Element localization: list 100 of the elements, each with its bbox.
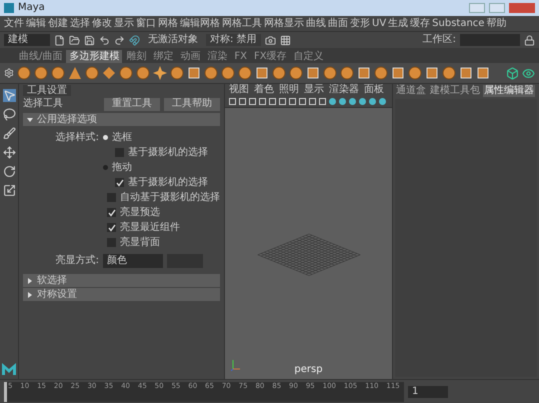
symmetry-dropdown[interactable]: 对称: 禁用 xyxy=(206,34,261,46)
viewport[interactable]: persp xyxy=(225,108,392,379)
menu-item[interactable]: 网格显示 xyxy=(264,18,304,28)
menu-item[interactable]: 编辑网格 xyxy=(180,18,220,28)
camera-icon[interactable] xyxy=(264,34,276,46)
option-label: 亮显背面 xyxy=(120,238,160,248)
panel-tab[interactable]: 建模工具包 xyxy=(429,84,481,96)
tool-button[interactable]: 重置工具 xyxy=(104,98,160,110)
checkbox[interactable] xyxy=(107,223,116,232)
select-tool-icon[interactable] xyxy=(2,89,16,102)
shape-icon[interactable] xyxy=(442,66,456,80)
object-field[interactable]: 无激活对象 xyxy=(144,35,202,45)
section-header[interactable]: 对称设置 xyxy=(23,288,220,301)
undo-icon[interactable] xyxy=(99,34,110,46)
rotate-tool-icon[interactable] xyxy=(2,165,16,178)
lock-icon[interactable] xyxy=(524,34,535,46)
folder-icon[interactable] xyxy=(69,34,80,46)
move-tool-icon[interactable] xyxy=(2,146,16,159)
menu-item[interactable]: UV xyxy=(372,18,386,28)
shape-icon[interactable] xyxy=(408,66,422,80)
checkbox[interactable] xyxy=(107,208,116,217)
shape-icon[interactable] xyxy=(153,66,167,80)
eye-icon[interactable] xyxy=(522,66,535,80)
checkbox[interactable] xyxy=(107,238,116,247)
shape-icon[interactable] xyxy=(272,66,286,80)
menu-item[interactable]: 选择 xyxy=(70,18,90,28)
save-icon[interactable] xyxy=(84,34,95,46)
checkbox[interactable] xyxy=(115,178,124,187)
menu-item[interactable]: 曲面 xyxy=(328,18,348,28)
option-label: 选框 xyxy=(112,132,132,142)
menu-item[interactable]: 网格工具 xyxy=(222,18,262,28)
menu-item[interactable]: 缓存 xyxy=(410,18,430,28)
camera-label: persp xyxy=(294,365,323,375)
menu-item[interactable]: 帮助 xyxy=(486,18,506,28)
menu-item[interactable]: 创建 xyxy=(48,18,68,28)
radio-button[interactable] xyxy=(103,165,108,170)
redo-icon[interactable] xyxy=(114,34,125,46)
panel-tab[interactable]: 通道盒 xyxy=(395,84,427,96)
radio-button[interactable] xyxy=(103,135,108,140)
shelf-tab[interactable]: 绑定 xyxy=(150,50,176,63)
menu-item[interactable]: 生成 xyxy=(388,18,408,28)
shape-icon[interactable] xyxy=(170,66,184,80)
option-label: 基于摄影机的选择 xyxy=(128,148,208,158)
shape-icon[interactable] xyxy=(68,66,82,80)
shelf-tab[interactable]: 曲线/曲面 xyxy=(16,50,66,63)
field-label: 工作区: xyxy=(422,35,456,45)
shelf-tab[interactable]: FX缓存 xyxy=(250,50,290,63)
shape-icon[interactable] xyxy=(238,66,252,80)
shelf-tab[interactable]: 渲染 xyxy=(204,50,230,63)
lasso-tool-icon[interactable] xyxy=(2,108,16,121)
checkbox[interactable] xyxy=(107,193,116,202)
settings-icon[interactable] xyxy=(4,68,14,78)
menu-item[interactable]: 文件 xyxy=(4,18,24,28)
shape-icon[interactable] xyxy=(119,66,133,80)
mode-dropdown[interactable]: 建模 xyxy=(4,34,50,46)
playhead[interactable] xyxy=(4,382,7,402)
shape-icon[interactable] xyxy=(51,66,65,80)
scale-tool-icon[interactable] xyxy=(2,184,16,197)
menu-item[interactable]: 编辑 xyxy=(26,18,46,28)
file-icon[interactable] xyxy=(54,34,65,46)
section-header[interactable]: 软选择 xyxy=(23,274,220,287)
shape-icon[interactable] xyxy=(374,66,388,80)
magnet-icon[interactable] xyxy=(129,34,140,46)
paint-tool-icon[interactable] xyxy=(2,127,16,140)
shelf-tab[interactable]: 动画 xyxy=(177,50,204,63)
shape-icon[interactable] xyxy=(289,66,303,80)
menu-item[interactable]: Substance xyxy=(432,18,484,28)
shape-icon[interactable] xyxy=(323,66,337,80)
shape-icon[interactable] xyxy=(204,66,218,80)
tool-button[interactable]: 工具帮助 xyxy=(164,98,220,110)
menu-item[interactable]: 显示 xyxy=(304,85,324,95)
menu-item[interactable]: 照明 xyxy=(279,85,299,95)
panel-tab[interactable]: 属性编辑器 xyxy=(483,84,535,96)
dropdown[interactable]: 颜色 xyxy=(103,254,163,268)
frame-field[interactable]: 1 xyxy=(408,386,448,398)
shape-icon[interactable] xyxy=(340,66,354,80)
checkbox[interactable] xyxy=(115,148,124,157)
menu-item[interactable]: 网格 xyxy=(158,18,178,28)
shelf-tab[interactable]: 自定义 xyxy=(290,50,327,63)
shelf-tab[interactable]: FX xyxy=(231,50,250,63)
shape-icon[interactable] xyxy=(17,66,31,80)
shape-icon[interactable] xyxy=(221,66,235,80)
menu-item[interactable]: 显示 xyxy=(114,18,134,28)
window-title: Maya xyxy=(18,3,45,13)
menu-item[interactable]: 窗口 xyxy=(136,18,156,28)
cube-icon[interactable] xyxy=(506,66,519,80)
shape-icon[interactable] xyxy=(85,66,99,80)
shape-icon[interactable] xyxy=(102,66,116,80)
menu-item[interactable]: 修改 xyxy=(92,18,112,28)
menu-item[interactable]: 面板 xyxy=(364,85,384,95)
menu-item[interactable]: 曲线 xyxy=(306,18,326,28)
grid-icon[interactable] xyxy=(280,34,291,46)
menu-item[interactable]: 视图 xyxy=(229,85,249,95)
shelf-tab[interactable]: 多边形建模 xyxy=(66,50,122,63)
shape-icon[interactable] xyxy=(136,66,150,80)
panel-tab[interactable]: 工具设置 xyxy=(23,85,71,96)
menu-item[interactable]: 变形 xyxy=(350,18,370,28)
shelf-tab[interactable]: 雕刻 xyxy=(123,50,150,63)
section-header[interactable]: 公用选择选项 xyxy=(23,113,220,126)
shape-icon[interactable] xyxy=(34,66,48,80)
